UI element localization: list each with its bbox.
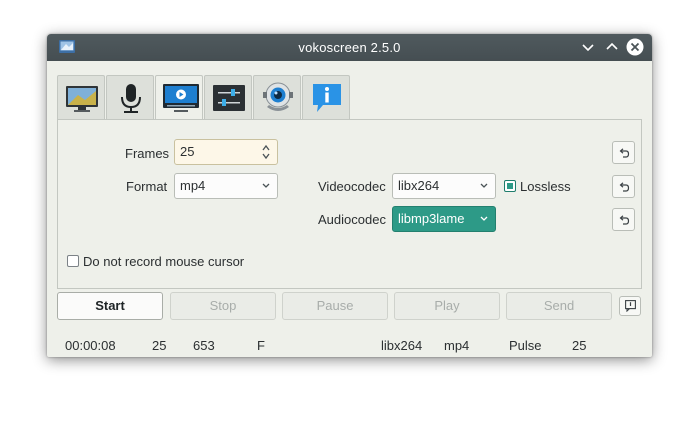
reset-audiocodec-button[interactable] bbox=[612, 208, 635, 231]
frames-label: Frames bbox=[125, 146, 170, 161]
tab-webcam[interactable] bbox=[253, 75, 301, 119]
start-button[interactable]: Start bbox=[57, 292, 163, 320]
chevron-up-icon bbox=[606, 42, 618, 50]
tab-screen[interactable] bbox=[57, 75, 105, 119]
tab-about[interactable] bbox=[302, 75, 350, 119]
status-fps-2: 25 bbox=[572, 338, 587, 353]
format-value: mp4 bbox=[180, 178, 206, 193]
status-fps: 25 bbox=[152, 338, 167, 353]
frames-spinbox[interactable]: 25 bbox=[174, 139, 278, 165]
reset-frames-button[interactable] bbox=[612, 141, 635, 164]
format-label: Format bbox=[126, 179, 168, 194]
play-button[interactable]: Play bbox=[394, 292, 500, 320]
reset-videocodec-button[interactable] bbox=[612, 175, 635, 198]
status-flag: F bbox=[257, 338, 265, 353]
video-player-icon bbox=[163, 84, 199, 112]
pause-button[interactable]: Pause bbox=[282, 292, 388, 320]
webcam-icon bbox=[263, 82, 293, 111]
status-audio: Pulse bbox=[509, 338, 542, 353]
microphone-icon bbox=[121, 84, 141, 113]
chevron-down-icon bbox=[479, 207, 489, 239]
lossless-checkbox[interactable] bbox=[504, 180, 516, 192]
audiocodec-combobox[interactable]: libmp3lame bbox=[392, 206, 496, 232]
mouse-cursor-label[interactable]: Do not record mouse cursor bbox=[83, 254, 244, 269]
undo-icon bbox=[619, 182, 630, 192]
message-icon bbox=[625, 300, 636, 312]
close-icon bbox=[626, 38, 644, 56]
close-button[interactable] bbox=[625, 37, 645, 57]
title-bar[interactable]: vokoscreen 2.5.0 bbox=[47, 34, 652, 61]
videocodec-label: Videocodec bbox=[318, 179, 386, 194]
maximize-button[interactable] bbox=[603, 38, 621, 56]
frames-value: 25 bbox=[180, 144, 195, 159]
spin-arrows-icon[interactable] bbox=[261, 140, 271, 172]
tooltip-toggle-button[interactable] bbox=[619, 296, 641, 316]
undo-icon bbox=[619, 215, 630, 225]
audiocodec-label: Audiocodec bbox=[318, 212, 386, 227]
mouse-cursor-checkbox[interactable] bbox=[67, 255, 79, 267]
undo-icon bbox=[619, 148, 630, 158]
lossless-label[interactable]: Lossless bbox=[520, 179, 571, 194]
videocodec-value: libx264 bbox=[398, 178, 440, 193]
tab-settings[interactable] bbox=[204, 75, 252, 119]
tab-audio[interactable] bbox=[106, 75, 154, 119]
format-combobox[interactable]: mp4 bbox=[174, 173, 278, 199]
stop-button[interactable]: Stop bbox=[170, 292, 276, 320]
window-title: vokoscreen 2.5.0 bbox=[298, 40, 401, 55]
status-videocodec: libx264 bbox=[381, 338, 423, 353]
status-frames: 653 bbox=[193, 338, 215, 353]
chevron-down-icon bbox=[479, 174, 489, 206]
monitor-icon bbox=[66, 86, 98, 112]
status-time: 00:00:08 bbox=[65, 338, 116, 353]
video-settings-panel: Frames 25 Format mp4 Videocodec libx264 bbox=[57, 119, 642, 289]
send-button[interactable]: Send bbox=[506, 292, 612, 320]
minimize-button[interactable] bbox=[579, 38, 597, 56]
videocodec-combobox[interactable]: libx264 bbox=[392, 173, 496, 199]
audiocodec-value: libmp3lame bbox=[398, 211, 465, 226]
status-format: mp4 bbox=[444, 338, 470, 353]
info-icon bbox=[313, 84, 341, 112]
app-window: vokoscreen 2.5.0 Frames 25 Format mp4 Vi… bbox=[47, 34, 652, 357]
chevron-down-icon bbox=[582, 44, 594, 52]
sliders-icon bbox=[213, 85, 245, 111]
tab-video[interactable] bbox=[155, 75, 203, 120]
chevron-down-icon bbox=[261, 174, 271, 206]
